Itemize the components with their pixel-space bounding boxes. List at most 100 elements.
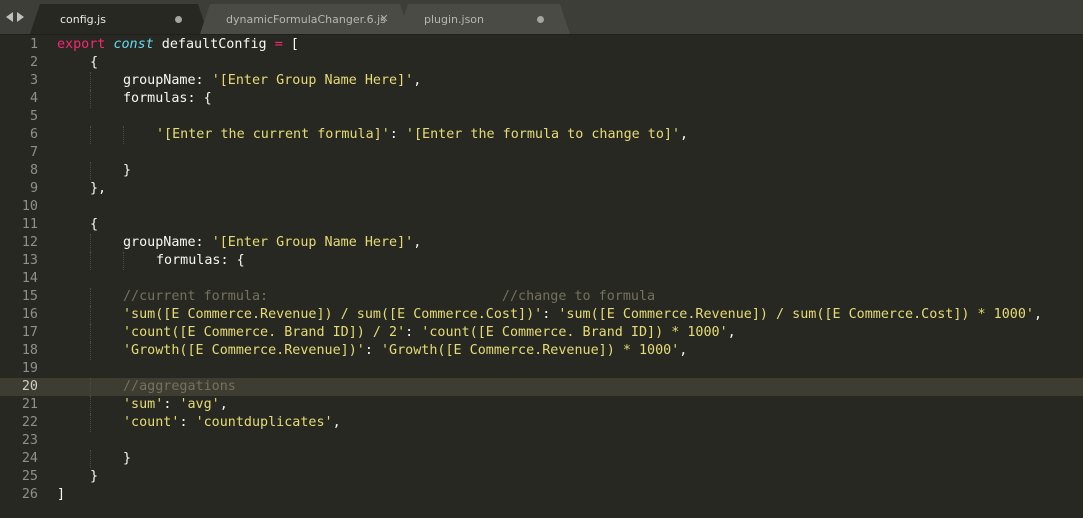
- code-token: ,: [332, 415, 341, 430]
- tab-label: plugin.json: [424, 12, 485, 26]
- code-token: =: [274, 37, 283, 52]
- dot-icon[interactable]: [172, 13, 184, 25]
- line-number: 2: [29, 55, 38, 70]
- code-line[interactable]: 2{: [0, 54, 1083, 72]
- code-line[interactable]: 20 //aggregations: [0, 378, 1083, 396]
- code-text: }: [123, 162, 131, 180]
- code-text: 'count': 'countduplicates',: [123, 414, 341, 432]
- indent-guide: [123, 252, 125, 270]
- arrow-right-icon[interactable]: [17, 12, 24, 22]
- code-token: :: [389, 127, 406, 142]
- code-line[interactable]: 12 groupName: '[Enter Group Name Here]',: [0, 234, 1083, 252]
- code-line[interactable]: 9},: [0, 180, 1083, 198]
- indent-guide: [90, 324, 92, 342]
- line-number: 3: [29, 73, 38, 88]
- code-token: 'sum([E Commerce.Revenue]) / sum([E Comm…: [123, 307, 543, 322]
- code-line[interactable]: 13 formulas: {: [0, 252, 1083, 270]
- dot-icon[interactable]: [534, 13, 546, 25]
- code-token: ,: [1034, 307, 1043, 322]
- code-line[interactable]: 5: [0, 108, 1083, 126]
- line-number: 11: [21, 217, 38, 232]
- code-line[interactable]: 19: [0, 360, 1083, 378]
- code-token: :: [179, 415, 196, 430]
- code-token: const: [113, 37, 154, 52]
- line-number: 18: [21, 343, 38, 358]
- code-line[interactable]: 16 'sum([E Commerce.Revenue]) / sum([E Co…: [0, 306, 1083, 324]
- code-line[interactable]: 3 groupName: '[Enter Group Name Here]',: [0, 72, 1083, 90]
- code-token: :: [163, 397, 180, 412]
- code-line[interactable]: 1 export const defaultConfig = [: [0, 36, 1083, 54]
- code-token: :: [364, 343, 381, 358]
- code-line[interactable]: 25}: [0, 468, 1083, 486]
- code-line[interactable]: 17 'count([E Commerce. Brand ID]) / 2': '…: [0, 324, 1083, 342]
- code-line[interactable]: 22 'count': 'countduplicates',: [0, 414, 1083, 432]
- code-token: }: [123, 163, 132, 178]
- line-number: 15: [21, 289, 38, 304]
- code-line[interactable]: 21 'sum': 'avg',: [0, 396, 1083, 414]
- code-text: 'sum([E Commerce.Revenue]) / sum([E Comm…: [123, 306, 1042, 324]
- code-token: defaultConfig: [153, 37, 275, 52]
- code-token: formulas: {: [123, 91, 212, 106]
- code-token: 'avg': [179, 397, 220, 412]
- line-number: 14: [21, 271, 38, 286]
- code-line[interactable]: 7: [0, 144, 1083, 162]
- code-token: 'count([E Commerce. Brand ID]) * 1000': [421, 325, 728, 340]
- code-token: 'sum': [123, 397, 164, 412]
- code-editor[interactable]: 1 export const defaultConfig = [2{3 groupN…: [0, 35, 1083, 518]
- arrow-left-icon[interactable]: [6, 12, 13, 22]
- code-line[interactable]: 11 {: [0, 216, 1083, 234]
- indent-guide: [90, 72, 92, 90]
- code-token: '[Enter the formula to change to]': [405, 127, 681, 142]
- line-number: 13: [21, 253, 38, 268]
- code-token: '[Enter Group Name Here]': [211, 235, 414, 250]
- line-number: 20: [21, 379, 38, 394]
- code-token: ,: [413, 73, 422, 88]
- code-line[interactable]: 15 //current formula: //change to formula: [0, 288, 1083, 306]
- code-token: ,: [219, 397, 228, 412]
- code-token: ,: [680, 127, 689, 142]
- code-line[interactable]: 10: [0, 198, 1083, 216]
- code-text: export const defaultConfig = [: [57, 36, 299, 54]
- code-token: }: [123, 451, 132, 466]
- code-token: :: [542, 307, 559, 322]
- code-token: '[Enter the current formula]': [156, 127, 390, 142]
- code-text: }: [90, 468, 98, 486]
- code-line[interactable]: 18 'Growth([E Commerce.Revenue])': 'Growt…: [0, 342, 1083, 360]
- indent-guide: [90, 414, 92, 432]
- code-token: '[Enter Group Name Here]': [211, 73, 414, 88]
- indent-guide: [90, 396, 92, 414]
- line-number: 6: [29, 127, 38, 142]
- tab-config-js[interactable]: config.js: [30, 4, 208, 34]
- line-number: 16: [21, 307, 38, 322]
- code-text: formulas: {: [123, 90, 212, 108]
- indent-guide: [90, 252, 92, 270]
- code-text: //aggregations: [123, 378, 236, 396]
- code-token: formulas: {: [156, 253, 245, 268]
- close-icon[interactable]: ✕: [378, 13, 390, 25]
- code-line[interactable]: 26]: [0, 486, 1083, 504]
- code-token: {: [90, 217, 99, 232]
- code-line[interactable]: 8}: [0, 162, 1083, 180]
- code-line[interactable]: 4 formulas: {: [0, 90, 1083, 108]
- code-line[interactable]: 24}: [0, 450, 1083, 468]
- line-number: 9: [29, 181, 38, 196]
- line-number: 25: [21, 469, 38, 484]
- indent-guide: [90, 450, 92, 468]
- code-line[interactable]: 14: [0, 270, 1083, 288]
- code-token: //current formula: //change to formula: [123, 289, 656, 304]
- tab-dynamic-formula-changer[interactable]: dynamicFormulaChanger.6.js ✕: [200, 4, 410, 34]
- tab-plugin-json[interactable]: plugin.json: [398, 4, 570, 34]
- tab-label: config.js: [60, 12, 106, 26]
- code-token: ,: [727, 325, 736, 340]
- line-number: 1: [29, 37, 38, 52]
- code-line[interactable]: 23: [0, 432, 1083, 450]
- line-number: 23: [21, 433, 38, 448]
- code-text: {: [90, 216, 98, 234]
- line-number: 5: [29, 109, 38, 124]
- indent-guide: [123, 126, 125, 144]
- tab-label: dynamicFormulaChanger.6.js: [226, 12, 386, 26]
- code-text: 'Growth([E Commerce.Revenue])': 'Growth(…: [123, 342, 687, 360]
- code-line[interactable]: 6 '[Enter the current formula]': '[Enter …: [0, 126, 1083, 144]
- line-number: 17: [21, 325, 38, 340]
- tab-navigation: [6, 10, 24, 24]
